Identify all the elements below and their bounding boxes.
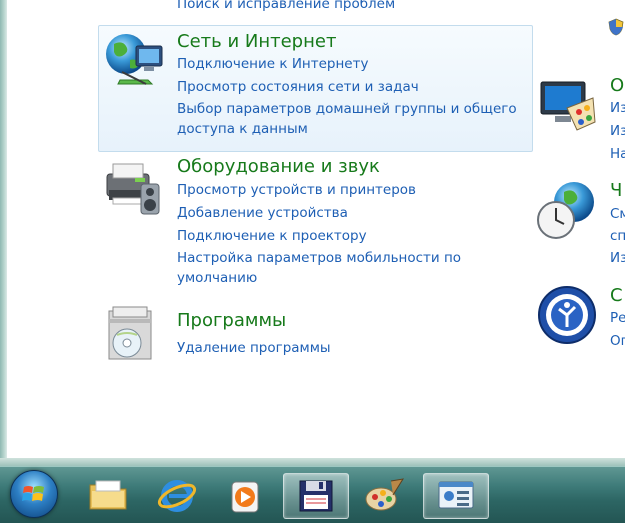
link-ease-2[interactable]: Оп [610, 333, 625, 349]
shield-icon [608, 18, 624, 36]
link-appearance-3[interactable]: На [610, 146, 625, 162]
link-clock-3[interactable]: Из [610, 250, 625, 266]
window-frame-left [0, 0, 7, 466]
link-appearance-1[interactable]: Из [610, 100, 625, 116]
category-title-programs[interactable]: Программы [177, 310, 286, 331]
link-troubleshoot[interactable]: Поиск и исправление проблем [177, 0, 395, 16]
taskbar-media-button[interactable] [212, 473, 276, 517]
printer-hardware-icon [106, 163, 160, 215]
taskbar-save-button[interactable] [283, 473, 349, 519]
link-connect-projector[interactable]: Подключение к проектору [177, 225, 367, 248]
taskbar-explorer-button[interactable] [76, 473, 140, 517]
network-globe-icon [106, 34, 163, 85]
control-panel-window: Поиск и исправление проблем Сеть и Интер… [0, 0, 625, 466]
media-player-icon [231, 481, 259, 513]
link-ease-1[interactable]: Ре [610, 310, 625, 326]
taskbar [0, 466, 625, 523]
control-panel-icon [438, 481, 474, 509]
taskbar-control-panel-button[interactable] [423, 473, 489, 519]
taskbar-paint-button[interactable] [352, 473, 416, 517]
window-frame-bottom [0, 458, 625, 466]
clock-globe-icon [537, 182, 594, 239]
link-network-connect[interactable]: Подключение к Интернету [177, 53, 368, 76]
link-appearance-2[interactable]: Из [610, 123, 625, 139]
link-network-status[interactable]: Просмотр состояния сети и задач [177, 76, 419, 99]
internet-explorer-icon [157, 480, 197, 512]
category-title-appearance[interactable]: О [610, 75, 624, 96]
taskbar-ie-button[interactable] [145, 473, 209, 517]
windows-logo-icon [22, 486, 44, 501]
programs-disc-icon [108, 306, 152, 360]
link-mobility-settings[interactable]: Настройка параметров мобильности по умол… [177, 248, 477, 288]
link-clock-1[interactable]: См [610, 206, 625, 222]
floppy-disk-icon [299, 480, 333, 512]
link-uninstall-program[interactable]: Удаление программы [177, 337, 331, 360]
folder-icon [89, 480, 127, 510]
category-title-network[interactable]: Сеть и Интернет [177, 31, 336, 52]
category-title-clock[interactable]: Ч [610, 180, 622, 201]
start-button[interactable] [10, 470, 58, 518]
link-add-device[interactable]: Добавление устройства [177, 202, 348, 225]
ease-of-access-icon [538, 286, 596, 344]
monitor-palette-icon [540, 81, 596, 131]
link-clock-2[interactable]: спо [610, 228, 625, 244]
link-devices-printers[interactable]: Просмотр устройств и принтеров [177, 179, 416, 202]
link-homegroup[interactable]: Выбор параметров домашней группы и общег… [177, 99, 522, 139]
paint-palette-icon [365, 478, 405, 511]
category-title-ease-of-access[interactable]: С [610, 285, 623, 306]
category-title-hardware[interactable]: Оборудование и звук [177, 156, 380, 177]
